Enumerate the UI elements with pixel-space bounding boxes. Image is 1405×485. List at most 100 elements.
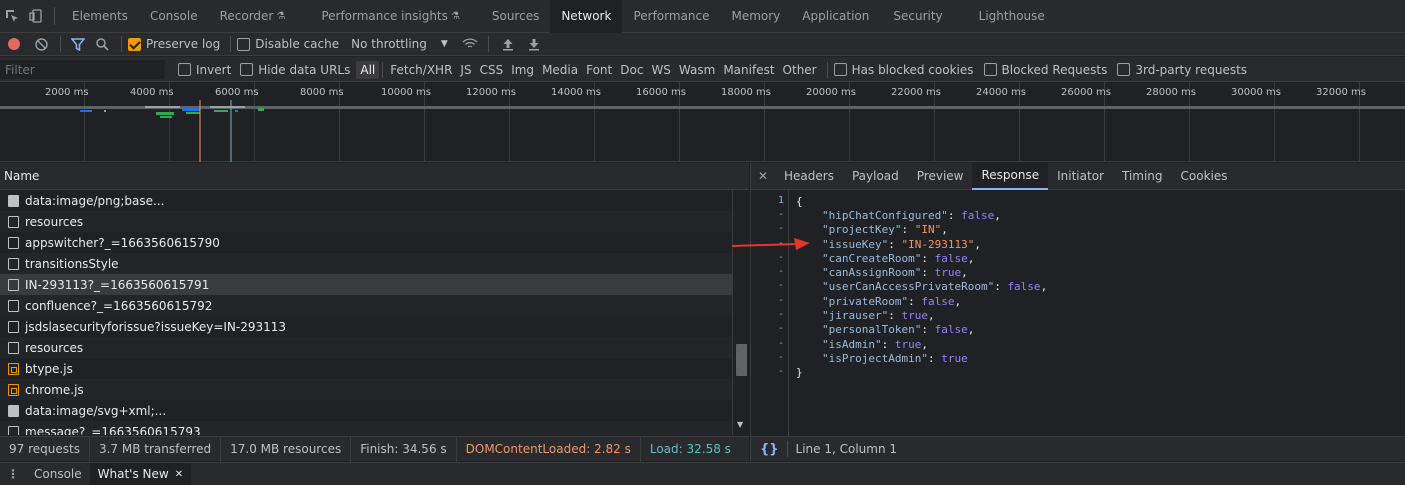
request-row[interactable]: data:image/png;base... xyxy=(0,190,732,211)
script-icon xyxy=(8,383,19,396)
tab-recorder[interactable]: Recorder ⚗ xyxy=(209,0,297,33)
filter-input[interactable] xyxy=(0,60,165,79)
dom-content-loaded-time: DOMContentLoaded: 2.82 s xyxy=(457,436,641,462)
throttling-select[interactable]: No throttling ▼ xyxy=(351,37,448,51)
filter-type-fetch-xhr[interactable]: Fetch/XHR xyxy=(386,61,456,79)
tab-console[interactable]: Console xyxy=(139,0,209,33)
request-row[interactable]: appswitcher?_=1663560615790 xyxy=(0,232,732,253)
tab-preview[interactable]: Preview xyxy=(908,163,973,190)
preserve-log-checkbox[interactable]: Preserve log xyxy=(128,37,220,51)
request-row[interactable]: confluence?_=1663560615792 xyxy=(0,295,732,316)
json-line: "hipChatConfigured": false, xyxy=(822,209,1001,222)
request-name: btype.js xyxy=(25,361,73,376)
record-button[interactable] xyxy=(0,33,28,56)
request-row[interactable]: chrome.js xyxy=(0,379,732,400)
filter-type-media[interactable]: Media xyxy=(538,61,582,79)
tab-application[interactable]: Application xyxy=(791,0,880,33)
tab-network[interactable]: Network xyxy=(550,0,623,33)
request-row[interactable]: transitionsStyle xyxy=(0,253,732,274)
tick-label: 24000 ms xyxy=(976,87,1026,98)
request-row-selected[interactable]: IN-293113?_=1663560615791 xyxy=(0,274,732,295)
inspect-element-icon[interactable] xyxy=(0,0,24,33)
tab-lighthouse[interactable]: Lighthouse xyxy=(968,0,1056,33)
filter-type-img[interactable]: Img xyxy=(507,61,538,79)
drawer-tab-whats-new[interactable]: What's New ✕ xyxy=(89,462,192,485)
filter-type-js[interactable]: JS xyxy=(456,61,475,79)
device-toolbar-icon[interactable] xyxy=(24,0,48,33)
request-list-scrollbar[interactable]: ▼ xyxy=(732,190,749,435)
tab-sources[interactable]: Sources xyxy=(481,0,550,33)
tab-payload[interactable]: Payload xyxy=(843,163,908,190)
tab-security[interactable]: Security xyxy=(882,0,953,33)
checkbox-unchecked xyxy=(178,63,191,76)
filter-type-all[interactable]: All xyxy=(356,60,380,79)
checkbox-unchecked xyxy=(237,37,251,51)
close-icon[interactable]: ✕ xyxy=(175,469,183,480)
json-line: "isAdmin": true, xyxy=(822,338,928,351)
fold-marker: - xyxy=(777,309,784,320)
filter-type-doc[interactable]: Doc xyxy=(616,61,647,79)
dropdown-arrow-icon: ▼ xyxy=(440,39,448,49)
filter-type-ws[interactable]: WS xyxy=(647,61,674,79)
network-overview-timeline[interactable]: 2000 ms 4000 ms 6000 ms 8000 ms 10000 ms… xyxy=(0,82,1405,162)
has-blocked-cookies-checkbox[interactable]: Has blocked cookies xyxy=(833,62,974,77)
upload-icon xyxy=(502,38,513,50)
finish-time: Finish: 34.56 s xyxy=(351,436,457,462)
request-row[interactable]: data:image/svg+xml;... xyxy=(0,400,732,421)
disable-cache-checkbox[interactable]: Disable cache xyxy=(237,37,339,51)
search-icon xyxy=(95,37,109,51)
scrollbar-thumb[interactable] xyxy=(736,344,747,376)
request-row[interactable]: resources xyxy=(0,337,732,358)
filter-type-other[interactable]: Other xyxy=(779,61,821,79)
request-row[interactable]: jsdslasecurityforissue?issueKey=IN-29311… xyxy=(0,316,732,337)
scroll-down-arrow-icon[interactable]: ▼ xyxy=(737,420,743,429)
filter-type-manifest[interactable]: Manifest xyxy=(719,61,778,79)
invert-checkbox[interactable]: Invert xyxy=(178,63,231,77)
filter-separator xyxy=(826,61,828,78)
search-button[interactable] xyxy=(89,33,115,56)
tab-elements[interactable]: Elements xyxy=(61,0,139,33)
json-close-brace: } xyxy=(796,366,803,379)
tab-cookies[interactable]: Cookies xyxy=(1172,163,1237,190)
drawer-menu-icon[interactable]: ⋮ xyxy=(0,467,26,481)
filter-toggle-button[interactable] xyxy=(67,33,89,56)
has-blocked-cookies-label: Has blocked cookies xyxy=(851,62,974,77)
tab-headers[interactable]: Headers xyxy=(775,163,843,190)
tab-performance[interactable]: Performance xyxy=(622,0,720,33)
request-name: message?_=1663560615793 xyxy=(25,424,201,436)
tick-label: 10000 ms xyxy=(381,87,431,98)
column-header-name[interactable]: Name xyxy=(0,163,749,190)
tick-label: 2000 ms xyxy=(45,87,89,98)
third-party-checkbox[interactable]: 3rd-party requests xyxy=(1117,63,1247,77)
tick-label: 20000 ms xyxy=(806,87,856,98)
blocked-requests-checkbox[interactable]: Blocked Requests xyxy=(983,63,1107,77)
tab-memory[interactable]: Memory xyxy=(720,0,791,33)
fold-marker: - xyxy=(777,266,784,277)
request-detail-tabs: ✕ Headers Payload Preview Response Initi… xyxy=(750,162,1405,190)
close-detail-icon[interactable]: ✕ xyxy=(751,169,775,183)
clear-button[interactable] xyxy=(28,33,54,56)
network-conditions-button[interactable] xyxy=(458,33,482,56)
filter-type-css[interactable]: CSS xyxy=(476,61,508,79)
request-row[interactable]: message?_=1663560615793 xyxy=(0,421,732,435)
request-name: IN-293113?_=1663560615791 xyxy=(25,277,210,292)
filter-type-font[interactable]: Font xyxy=(582,61,616,79)
tab-timing[interactable]: Timing xyxy=(1113,163,1172,190)
tab-initiator[interactable]: Initiator xyxy=(1048,163,1113,190)
request-row[interactable]: btype.js xyxy=(0,358,732,379)
export-har-button[interactable] xyxy=(521,33,547,56)
drawer-tab-console[interactable]: Console xyxy=(26,463,90,485)
flask-icon: ⚗ xyxy=(276,10,286,22)
pretty-print-button[interactable]: {} xyxy=(760,442,779,457)
preserve-log-label: Preserve log xyxy=(146,37,221,51)
hide-data-urls-checkbox[interactable]: Hide data URLs xyxy=(240,63,350,77)
tab-performance-insights[interactable]: Performance insights ⚗ xyxy=(310,0,471,33)
import-har-button[interactable] xyxy=(495,33,521,56)
request-row[interactable]: resources xyxy=(0,211,732,232)
response-viewer[interactable]: 1 - - - - - - - - - - - - { "hipChatConf… xyxy=(750,190,1405,436)
tab-response[interactable]: Response xyxy=(972,162,1049,190)
filter-type-wasm[interactable]: Wasm xyxy=(675,61,719,79)
json-open-brace: { xyxy=(796,195,803,208)
wifi-settings-icon xyxy=(462,38,478,48)
fold-marker: - xyxy=(777,209,784,220)
